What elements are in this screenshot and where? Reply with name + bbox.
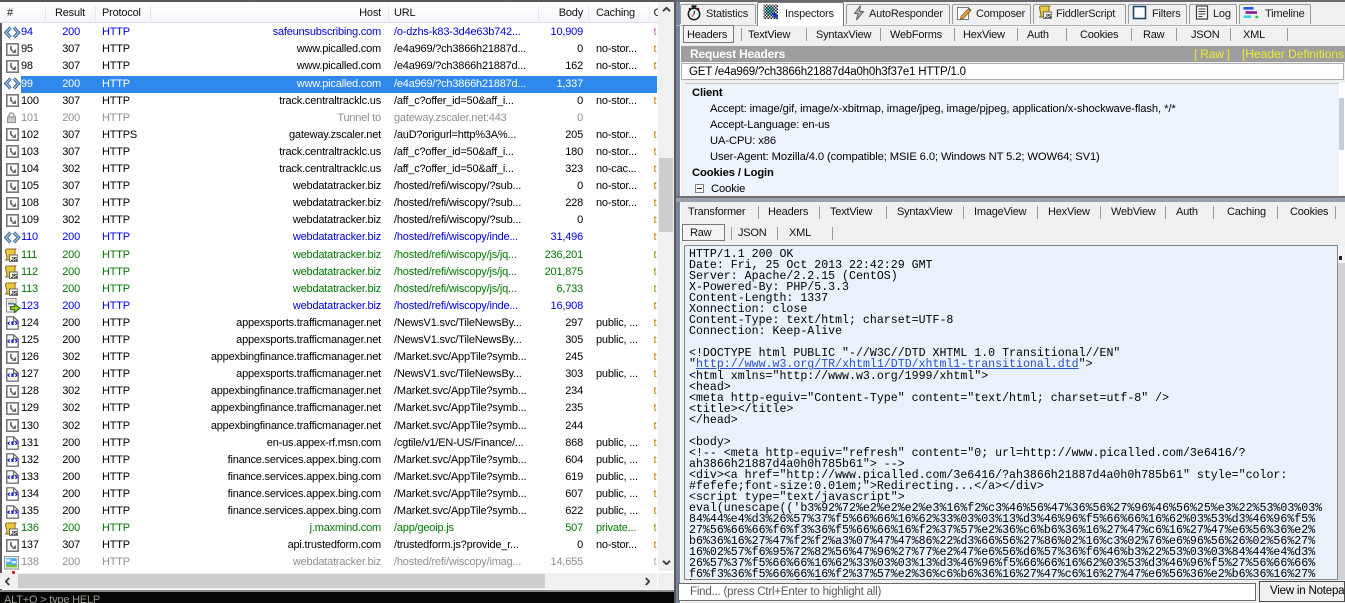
svg-text:JS: JS [11, 274, 18, 279]
svg-text:JS: JS [11, 291, 18, 296]
svg-text:JS: JS [11, 530, 18, 535]
svg-text:JS: JS [1045, 14, 1052, 19]
svg-text:JS: JS [11, 257, 18, 262]
